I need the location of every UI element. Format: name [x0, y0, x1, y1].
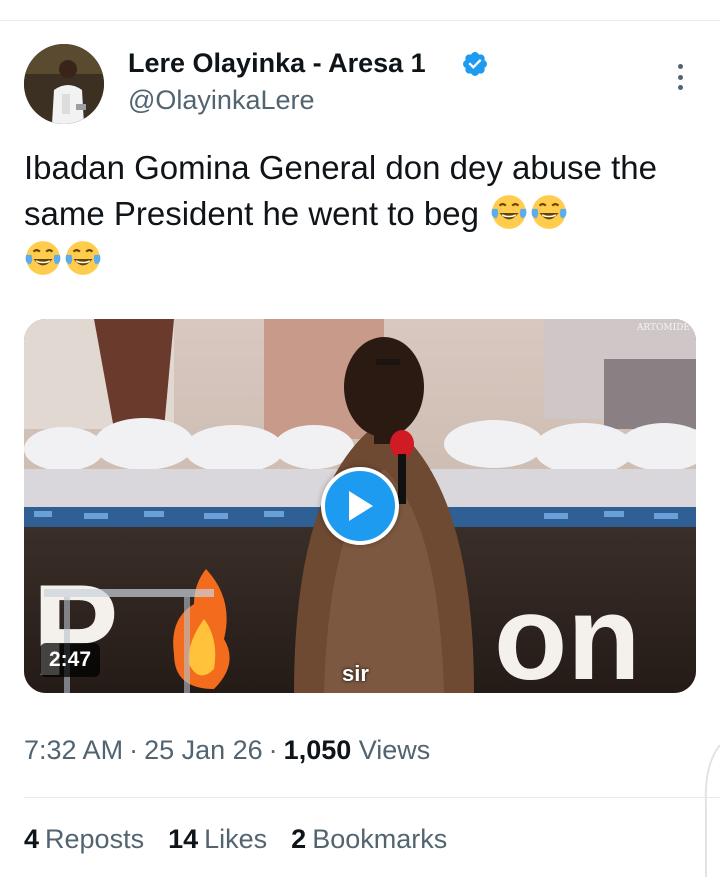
- scroll-edge-decoration: [704, 745, 720, 877]
- avatar-image: [24, 44, 104, 124]
- more-dot: [677, 64, 683, 69]
- bookmarks-stat[interactable]: 2 Bookmarks: [291, 824, 447, 855]
- video-player[interactable]: P on ARTOMIDE 2:47 sir: [24, 319, 696, 693]
- engagement-stats: 4 Reposts 14 Likes 2 Bookmarks: [24, 824, 471, 855]
- more-options-button[interactable]: [666, 60, 694, 94]
- tweet-text: Ibadan Gomina General don dey abuse the …: [24, 145, 704, 283]
- likes-stat[interactable]: 14 Likes: [168, 824, 267, 855]
- tears-of-joy-emoji-icon: [25, 241, 61, 275]
- reposts-label: Reposts: [45, 824, 145, 854]
- views-count: 1,050: [283, 735, 352, 765]
- author-handle[interactable]: @OlayinkaLere: [128, 85, 315, 116]
- separator-dot: ·: [268, 735, 278, 765]
- likes-label: Likes: [204, 824, 268, 854]
- tweet-detail: Lere Olayinka - Aresa 1 @OlayinkaLere Ib…: [0, 0, 720, 877]
- avatar[interactable]: [24, 44, 104, 124]
- svg-text:on: on: [494, 571, 641, 693]
- tears-of-joy-emoji-icon: [531, 195, 567, 229]
- reposts-count: 4: [24, 824, 40, 854]
- more-dot: [677, 85, 683, 90]
- bookmarks-count: 2: [291, 824, 307, 854]
- reposts-stat[interactable]: 4 Reposts: [24, 824, 144, 855]
- separator-dot: ·: [129, 735, 139, 765]
- video-duration-badge: 2:47: [40, 643, 101, 677]
- watermark-text: ARTOMIDE: [636, 323, 690, 333]
- verified-badge-icon: [463, 52, 487, 76]
- likes-count: 14: [168, 824, 199, 854]
- tweet-date[interactable]: 25 Jan 26: [144, 735, 263, 765]
- tweet-time[interactable]: 7:32 AM: [24, 735, 123, 765]
- play-button[interactable]: [321, 467, 399, 545]
- bookmarks-label: Bookmarks: [312, 824, 448, 854]
- play-icon: [349, 491, 373, 521]
- views-label: Views: [358, 735, 431, 765]
- divider: [24, 797, 720, 798]
- more-dot: [677, 74, 683, 80]
- tears-of-joy-emoji-icon: [65, 241, 101, 275]
- tweet-metadata: 7:32 AM · 25 Jan 26 · 1,050 Views: [24, 735, 430, 766]
- tears-of-joy-emoji-icon: [491, 195, 527, 229]
- video-caption: sir: [342, 661, 369, 686]
- author-name[interactable]: Lere Olayinka - Aresa 1: [128, 48, 426, 79]
